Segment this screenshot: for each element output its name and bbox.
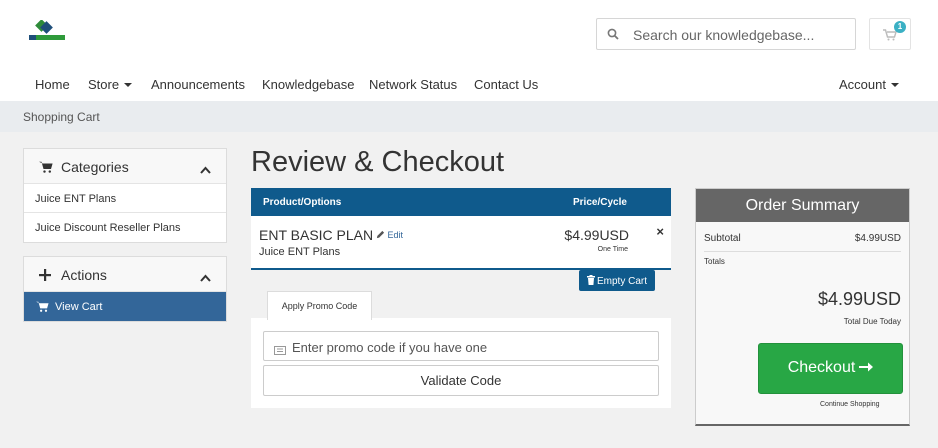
chevron-down-icon	[124, 83, 133, 87]
product-name: ENT BASIC PLAN	[259, 227, 374, 243]
nav-store-label: Store	[88, 77, 120, 92]
view-cart-label: View Cart	[55, 301, 103, 313]
search-input[interactable]	[633, 23, 848, 47]
pencil-icon	[376, 230, 385, 239]
product-cycle: One Time	[597, 246, 628, 253]
nav-account-label: Account	[839, 77, 886, 92]
edit-link[interactable]: Edit	[376, 230, 403, 240]
breadcrumb-current: Shopping Cart	[23, 110, 100, 124]
actions-title: Actions	[61, 267, 107, 283]
subtotal-row: Subtotal $4.99USD	[704, 233, 901, 244]
order-summary-title: Order Summary	[696, 189, 909, 222]
totals-row: Totals	[704, 257, 901, 266]
sidebar-item-juice-ent-plans[interactable]: Juice ENT Plans	[24, 184, 226, 213]
promo-code-field[interactable]	[263, 331, 659, 361]
nav-home[interactable]: Home	[35, 77, 70, 92]
shopping-cart-icon	[36, 301, 49, 315]
categories-panel: Categories Juice ENT Plans Juice Discoun…	[23, 148, 227, 243]
actions-panel-header[interactable]: Actions	[24, 257, 226, 292]
edit-label: Edit	[387, 230, 404, 240]
product-group: Juice ENT Plans	[259, 246, 341, 258]
sidebar-item-juice-discount-reseller[interactable]: Juice Discount Reseller Plans	[24, 213, 226, 242]
categories-panel-header[interactable]: Categories	[24, 149, 226, 184]
ticket-icon	[274, 342, 286, 360]
site-logo[interactable]	[27, 19, 67, 44]
cart-item-row: ENT BASIC PLAN Edit Juice ENT Plans $4.9…	[251, 216, 671, 270]
trash-icon	[587, 275, 595, 288]
order-summary: Order Summary Subtotal $4.99USD Totals $…	[695, 188, 910, 426]
main-nav: Home Store Announcements Knowledgebase N…	[0, 68, 938, 101]
cart-count-badge: 1	[894, 21, 906, 33]
page-title: Review & Checkout	[251, 146, 505, 178]
sidebar-item-view-cart[interactable]: View Cart	[24, 292, 226, 321]
nav-knowledgebase[interactable]: Knowledgebase	[262, 77, 355, 92]
subtotal-label: Subtotal	[704, 233, 741, 244]
total-due-value: $4.99USD	[817, 289, 901, 309]
shopping-cart-icon	[39, 160, 53, 178]
continue-shopping-link[interactable]: Continue Shopping	[820, 401, 880, 408]
plus-icon	[39, 268, 51, 286]
cart-table-header: Product/Options Price/Cycle	[251, 188, 671, 216]
chevron-down-icon	[890, 83, 899, 87]
site-header: 1	[0, 0, 938, 68]
totals-label: Totals	[704, 257, 725, 266]
column-header-price: Price/Cycle	[573, 197, 627, 208]
breadcrumb: Shopping Cart	[0, 101, 938, 132]
chevron-up-icon[interactable]	[200, 161, 211, 174]
validate-code-button[interactable]: Validate Code	[263, 365, 659, 396]
remove-item-icon[interactable]: ×	[656, 224, 664, 239]
cart-table: Product/Options Price/Cycle ENT BASIC PL…	[251, 188, 671, 270]
nav-store[interactable]: Store	[88, 77, 133, 92]
search-icon	[607, 27, 621, 41]
actions-panel: Actions View Cart	[23, 256, 227, 322]
nav-contact-us[interactable]: Contact Us	[474, 77, 538, 92]
product-price: $4.99USD	[564, 227, 629, 243]
tab-apply-promo-code[interactable]: Apply Promo Code	[267, 291, 372, 320]
subtotal-value: $4.99USD	[854, 233, 901, 244]
empty-cart-label: Empty Cart	[597, 276, 648, 287]
nav-network-status[interactable]: Network Status	[369, 77, 457, 92]
chevron-up-icon[interactable]	[200, 269, 211, 282]
column-header-product: Product/Options	[263, 197, 342, 208]
empty-cart-button[interactable]: Empty Cart	[579, 270, 655, 291]
search-box[interactable]	[596, 18, 856, 50]
checkout-button[interactable]: Checkout	[758, 343, 903, 394]
categories-title: Categories	[61, 159, 129, 175]
nav-account[interactable]: Account	[839, 77, 899, 92]
total-due-label: Total Due Today	[843, 317, 901, 326]
summary-divider	[704, 251, 901, 252]
checkout-label: Checkout	[787, 359, 856, 376]
arrow-right-icon	[859, 360, 874, 378]
nav-announcements[interactable]: Announcements	[151, 77, 245, 92]
promo-code-input[interactable]	[292, 337, 652, 357]
cart-button[interactable]: 1	[869, 18, 911, 50]
